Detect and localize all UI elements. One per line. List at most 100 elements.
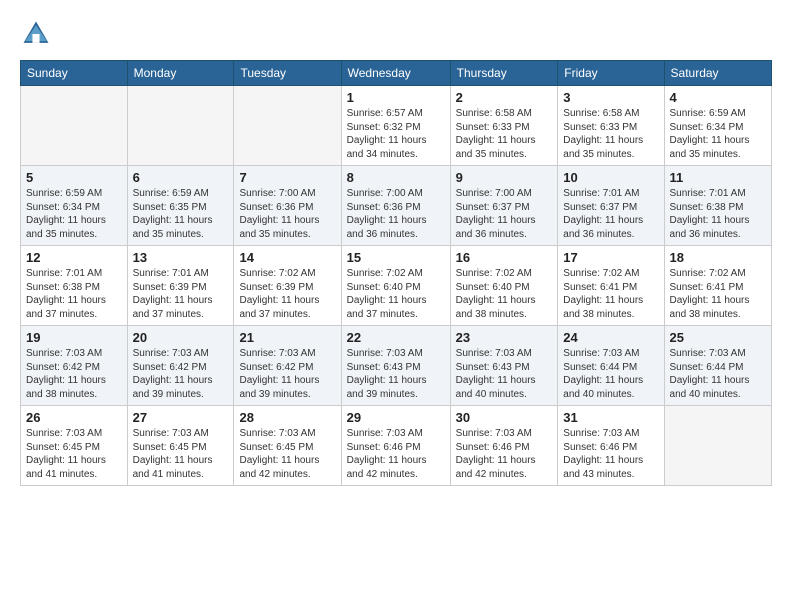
calendar-cell: 20Sunrise: 7:03 AMSunset: 6:42 PMDayligh…: [127, 326, 234, 406]
calendar-cell: 13 Sunrise: 7:01 AMSunset: 6:39 PMDayligh…: [127, 246, 234, 326]
day-header-friday: Friday: [558, 61, 664, 86]
calendar-cell: 25 Sunrise: 7:03 AMSunset: 6:44 PMDayligh…: [664, 326, 771, 406]
calendar-cell: 10 Sunrise: 7:01 AMSunset: 6:37 PMDayligh…: [558, 166, 664, 246]
header: [20, 18, 772, 50]
day-number: 19: [26, 330, 122, 345]
day-number: 13: [133, 250, 229, 265]
calendar-cell: 16 Sunrise: 7:02 AMSunset: 6:40 PMDayligh…: [450, 246, 558, 326]
day-number: 23: [456, 330, 553, 345]
logo: [20, 18, 56, 50]
day-info: Sunrise: 7:02 AMSunset: 6:41 PMDaylight:…: [563, 267, 658, 321]
day-header-thursday: Thursday: [450, 61, 558, 86]
calendar-cell: 8 Sunrise: 7:00 AMSunset: 6:36 PMDaylight…: [341, 166, 450, 246]
calendar-cell: 2 Sunrise: 6:58 AMSunset: 6:33 PMDaylight…: [450, 86, 558, 166]
day-number: 2: [456, 90, 553, 105]
day-info: Sunrise: 7:03 AMSunset: 6:46 PMDaylight:…: [563, 427, 658, 481]
day-info: Sunrise: 7:02 AMSunset: 6:41 PMDaylight:…: [670, 267, 766, 321]
day-number: 17: [563, 250, 658, 265]
day-number: 8: [347, 170, 445, 185]
calendar-cell: 14Sunrise: 7:02 AMSunset: 6:39 PMDayligh…: [234, 246, 341, 326]
calendar-cell: 7 Sunrise: 7:00 AMSunset: 6:36 PMDaylight…: [234, 166, 341, 246]
calendar-cell: 24 Sunrise: 7:03 AMSunset: 6:44 PMDayligh…: [558, 326, 664, 406]
day-header-saturday: Saturday: [664, 61, 771, 86]
calendar-cell: 18 Sunrise: 7:02 AMSunset: 6:41 PMDayligh…: [664, 246, 771, 326]
calendar-cell: 3Sunrise: 6:58 AMSunset: 6:33 PMDaylight…: [558, 86, 664, 166]
day-number: 4: [670, 90, 766, 105]
day-number: 1: [347, 90, 445, 105]
day-number: 31: [563, 410, 658, 425]
calendar-cell: 31 Sunrise: 7:03 AMSunset: 6:46 PMDayligh…: [558, 406, 664, 486]
calendar-cell: 5 Sunrise: 6:59 AMSunset: 6:34 PMDaylight…: [21, 166, 128, 246]
day-info: Sunrise: 7:01 AMSunset: 6:38 PMDaylight:…: [26, 267, 122, 321]
day-number: 29: [347, 410, 445, 425]
day-info: Sunrise: 7:01 AMSunset: 6:39 PMDaylight:…: [133, 267, 229, 321]
calendar-cell: 29 Sunrise: 7:03 AMSunset: 6:46 PMDayligh…: [341, 406, 450, 486]
day-info: Sunrise: 6:59 AMSunset: 6:34 PMDaylight:…: [670, 107, 766, 161]
day-number: 21: [239, 330, 335, 345]
calendar-cell: [21, 86, 128, 166]
day-header-wednesday: Wednesday: [341, 61, 450, 86]
calendar-cell: [127, 86, 234, 166]
day-info: Sunrise: 7:00 AMSunset: 6:36 PMDaylight:…: [239, 187, 335, 241]
day-number: 24: [563, 330, 658, 345]
calendar-cell: 4 Sunrise: 6:59 AMSunset: 6:34 PMDaylight…: [664, 86, 771, 166]
day-info: Sunrise: 6:58 AMSunset: 6:33 PMDaylight:…: [456, 107, 553, 161]
day-info: Sunrise: 6:59 AMSunset: 6:34 PMDaylight:…: [26, 187, 122, 241]
day-number: 16: [456, 250, 553, 265]
calendar-header-row: SundayMondayTuesdayWednesdayThursdayFrid…: [21, 61, 772, 86]
calendar-cell: 9 Sunrise: 7:00 AMSunset: 6:37 PMDaylight…: [450, 166, 558, 246]
day-number: 9: [456, 170, 553, 185]
day-number: 7: [239, 170, 335, 185]
calendar-cell: 23 Sunrise: 7:03 AMSunset: 6:43 PMDayligh…: [450, 326, 558, 406]
day-info: Sunrise: 7:01 AMSunset: 6:37 PMDaylight:…: [563, 187, 658, 241]
calendar-cell: 15 Sunrise: 7:02 AMSunset: 6:40 PMDayligh…: [341, 246, 450, 326]
day-header-sunday: Sunday: [21, 61, 128, 86]
day-info: Sunrise: 7:03 AMSunset: 6:43 PMDaylight:…: [456, 347, 553, 401]
day-number: 10: [563, 170, 658, 185]
day-info: Sunrise: 7:02 AMSunset: 6:40 PMDaylight:…: [347, 267, 445, 321]
day-number: 18: [670, 250, 766, 265]
calendar: SundayMondayTuesdayWednesdayThursdayFrid…: [20, 60, 772, 486]
day-info: Sunrise: 7:03 AMSunset: 6:42 PMDaylight:…: [239, 347, 335, 401]
week-row-4: 26Sunrise: 7:03 AMSunset: 6:45 PMDayligh…: [21, 406, 772, 486]
day-info: Sunrise: 7:00 AMSunset: 6:36 PMDaylight:…: [347, 187, 445, 241]
day-info: Sunrise: 6:58 AMSunset: 6:33 PMDaylight:…: [563, 107, 658, 161]
day-number: 5: [26, 170, 122, 185]
calendar-cell: 11Sunrise: 7:01 AMSunset: 6:38 PMDayligh…: [664, 166, 771, 246]
week-row-2: 12 Sunrise: 7:01 AMSunset: 6:38 PMDayligh…: [21, 246, 772, 326]
day-info: Sunrise: 7:00 AMSunset: 6:37 PMDaylight:…: [456, 187, 553, 241]
logo-icon: [20, 18, 52, 50]
day-number: 12: [26, 250, 122, 265]
calendar-cell: [234, 86, 341, 166]
day-number: 15: [347, 250, 445, 265]
day-number: 22: [347, 330, 445, 345]
calendar-cell: 1 Sunrise: 6:57 AMSunset: 6:32 PMDaylight…: [341, 86, 450, 166]
calendar-cell: [664, 406, 771, 486]
day-info: Sunrise: 7:03 AMSunset: 6:46 PMDaylight:…: [347, 427, 445, 481]
week-row-1: 5 Sunrise: 6:59 AMSunset: 6:34 PMDaylight…: [21, 166, 772, 246]
day-info: Sunrise: 6:57 AMSunset: 6:32 PMDaylight:…: [347, 107, 445, 161]
calendar-cell: 17 Sunrise: 7:02 AMSunset: 6:41 PMDayligh…: [558, 246, 664, 326]
day-info: Sunrise: 7:02 AMSunset: 6:40 PMDaylight:…: [456, 267, 553, 321]
day-info: Sunrise: 7:03 AMSunset: 6:42 PMDaylight:…: [26, 347, 122, 401]
day-info: Sunrise: 7:03 AMSunset: 6:43 PMDaylight:…: [347, 347, 445, 401]
calendar-cell: 12 Sunrise: 7:01 AMSunset: 6:38 PMDayligh…: [21, 246, 128, 326]
calendar-cell: 30 Sunrise: 7:03 AMSunset: 6:46 PMDayligh…: [450, 406, 558, 486]
day-header-monday: Monday: [127, 61, 234, 86]
calendar-cell: 19 Sunrise: 7:03 AMSunset: 6:42 PMDayligh…: [21, 326, 128, 406]
day-number: 30: [456, 410, 553, 425]
day-info: Sunrise: 7:03 AMSunset: 6:46 PMDaylight:…: [456, 427, 553, 481]
calendar-cell: 28Sunrise: 7:03 AMSunset: 6:45 PMDayligh…: [234, 406, 341, 486]
day-info: Sunrise: 7:02 AMSunset: 6:39 PMDaylight:…: [239, 267, 335, 321]
calendar-cell: 21 Sunrise: 7:03 AMSunset: 6:42 PMDayligh…: [234, 326, 341, 406]
day-info: Sunrise: 7:03 AMSunset: 6:42 PMDaylight:…: [133, 347, 229, 401]
calendar-cell: 27Sunrise: 7:03 AMSunset: 6:45 PMDayligh…: [127, 406, 234, 486]
day-number: 25: [670, 330, 766, 345]
day-info: Sunrise: 7:03 AMSunset: 6:45 PMDaylight:…: [133, 427, 229, 481]
day-info: Sunrise: 7:03 AMSunset: 6:44 PMDaylight:…: [563, 347, 658, 401]
day-info: Sunrise: 7:03 AMSunset: 6:45 PMDaylight:…: [26, 427, 122, 481]
calendar-cell: 6Sunrise: 6:59 AMSunset: 6:35 PMDaylight…: [127, 166, 234, 246]
day-info: Sunrise: 7:03 AMSunset: 6:44 PMDaylight:…: [670, 347, 766, 401]
day-info: Sunrise: 7:01 AMSunset: 6:38 PMDaylight:…: [670, 187, 766, 241]
day-header-tuesday: Tuesday: [234, 61, 341, 86]
